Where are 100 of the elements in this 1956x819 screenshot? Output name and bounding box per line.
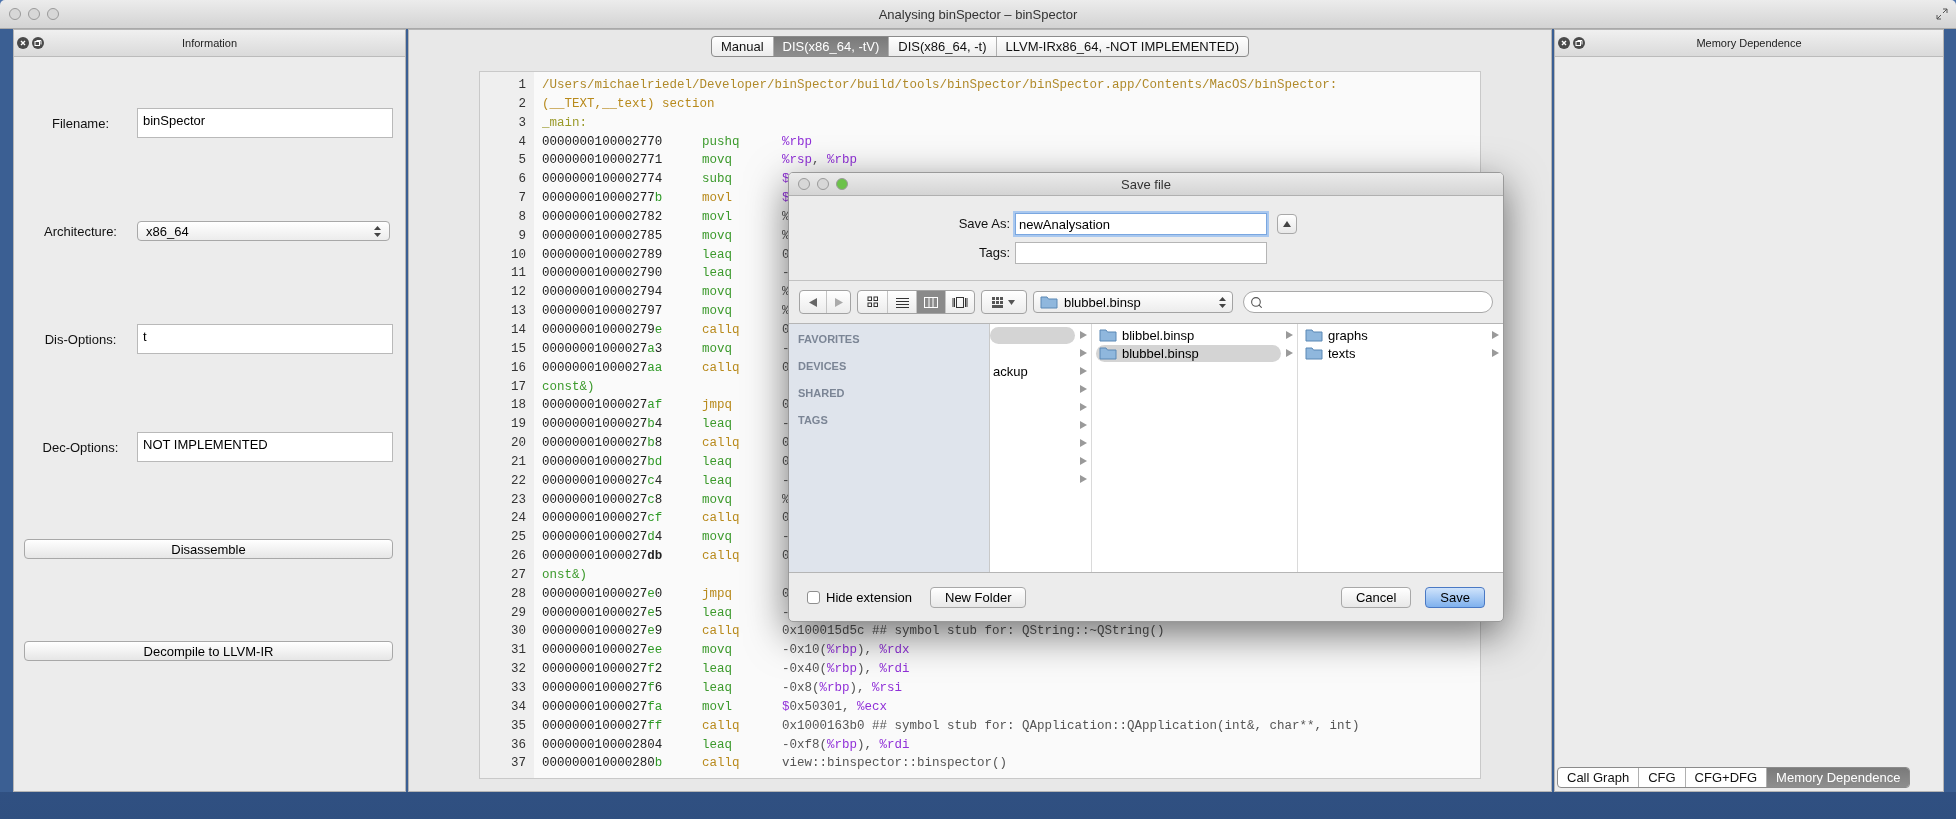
float-icon[interactable]	[1573, 37, 1585, 49]
line-number: 15	[510, 341, 527, 358]
window-control-icon[interactable]	[798, 178, 810, 190]
disclosure-arrow-icon	[1080, 439, 1087, 447]
address-text: 0000000100002782	[542, 209, 664, 226]
line-number: 13	[510, 304, 527, 321]
operand-text: -0x10(%rbp), %rdx	[782, 643, 910, 660]
view-tab[interactable]: DIS(x86_64, -tV)	[772, 37, 889, 56]
search-icon	[1250, 295, 1263, 309]
address-text: 0000000100002789	[542, 247, 664, 264]
up-triangle-icon	[1283, 220, 1291, 227]
folder-icon	[1099, 328, 1117, 342]
disclosure-arrow-icon	[1080, 403, 1087, 411]
line-number: 9	[517, 228, 527, 245]
operand-text: %rbp	[782, 134, 812, 151]
mnemonic-text: leaq	[702, 681, 733, 697]
mnemonic-text: movl	[702, 209, 733, 226]
architecture-select[interactable]: x86_64	[137, 221, 390, 241]
hide-extension-checkbox[interactable]: Hide extension	[807, 589, 912, 605]
text-field[interactable]: binSpector	[137, 108, 393, 138]
mnemonic-text: callq	[702, 624, 741, 641]
disclosure-arrow-icon	[1286, 331, 1293, 339]
address-text: 000000010000279e	[542, 322, 664, 339]
mnemonic-text: callq	[702, 360, 741, 377]
address-text: 00000001000027b8	[542, 436, 664, 453]
mnemonic-text: callq	[702, 718, 741, 735]
graph-tab[interactable]: Call Graph	[1558, 768, 1639, 787]
line-number: 19	[510, 417, 527, 434]
mnemonic-text: leaq	[702, 605, 733, 622]
view-tab[interactable]: LLVM-IRx86_64, -NOT IMPLEMENTED)	[995, 37, 1249, 56]
graph-tab[interactable]: Memory Dependence	[1766, 768, 1910, 787]
line-number: 10	[510, 247, 527, 264]
window-control-icon[interactable]	[9, 8, 21, 20]
stepper-arrows-icon	[1219, 296, 1226, 308]
address-text: 0000000100002794	[542, 285, 664, 302]
mnemonic-text: movq	[702, 285, 733, 302]
window-control-icon[interactable]	[836, 178, 848, 190]
code-text: _main:	[542, 115, 587, 132]
graph-tab[interactable]: CFG	[1638, 768, 1685, 787]
operand-text: -0x40(%rbp), %rdi	[782, 662, 910, 679]
action-button[interactable]: Decompile to LLVM-IR	[24, 641, 393, 661]
location-popup[interactable]: blubbel.binsp	[1033, 291, 1233, 313]
fullscreen-icon[interactable]	[1936, 8, 1948, 20]
address-text: 00000001000027ff	[542, 718, 664, 735]
columns-icon	[924, 296, 938, 308]
operand-text: -	[782, 341, 790, 358]
field-label: Dis-Options:	[43, 331, 118, 347]
mnemonic-text: movq	[702, 530, 733, 547]
view-tab[interactable]: Manual	[711, 37, 773, 56]
code-text: onst&)	[542, 567, 587, 584]
search-field[interactable]	[1243, 291, 1493, 313]
back-arrow-icon	[809, 297, 817, 307]
folder-icon	[1305, 328, 1323, 342]
mnemonic-text: movq	[702, 492, 733, 509]
dialog-button[interactable]: Save	[1425, 586, 1485, 608]
folder-item[interactable]: texts	[1298, 344, 1503, 362]
operand-text: view::binspector::binspector()	[782, 756, 1008, 773]
sidebar-heading: SHARED	[797, 386, 846, 401]
collapse-button[interactable]	[1277, 213, 1297, 234]
mnemonic-text: movl	[702, 699, 733, 716]
close-icon[interactable]	[17, 37, 29, 49]
text-field[interactable]: t	[137, 324, 393, 354]
text-field[interactable]: NOT IMPLEMENTED	[137, 432, 393, 462]
disclosure-arrow-icon	[1492, 331, 1499, 339]
mnemonic-text: jmpq	[702, 586, 733, 603]
view-tab[interactable]: DIS(x86_64, -t)	[888, 37, 996, 56]
address-text: 00000001000027db	[542, 549, 664, 566]
tags-field[interactable]	[1015, 241, 1267, 264]
float-icon[interactable]	[32, 37, 44, 49]
dialog-button[interactable]: Cancel	[1340, 586, 1412, 608]
address-text: 00000001000027bd	[542, 454, 664, 471]
line-number: 2	[517, 96, 527, 113]
address-text: 00000001000027ee	[542, 643, 664, 660]
panel-title: Memory Dependence	[1695, 37, 1803, 49]
disclosure-arrow-icon	[1080, 385, 1087, 393]
action-button[interactable]: Disassemble	[24, 539, 393, 559]
folder-item[interactable]: graphs	[1298, 326, 1503, 344]
line-number: 21	[510, 454, 527, 471]
mnemonic-text: callq	[702, 511, 741, 528]
operand-text: 0x1000163b0 ## symbol stub for: QApplication::QApplication(int&, char**, int)	[782, 718, 1360, 735]
disclosure-arrow-icon	[1492, 349, 1499, 357]
disclosure-arrow-icon	[1080, 349, 1087, 357]
line-number: 29	[510, 605, 527, 622]
operand-text: 0x100015d5c ## symbol stub for: QString::~QString()	[782, 624, 1165, 641]
window-control-icon[interactable]	[817, 178, 829, 190]
address-text: 00000001000027e5	[542, 605, 664, 622]
address-text: 00000001000027e9	[542, 624, 664, 641]
mnemonic-text: leaq	[702, 662, 733, 679]
address-text: 000000010000277b	[542, 191, 664, 208]
folder-item[interactable]: blibbel.binsp	[1092, 326, 1297, 344]
operand-text: -	[782, 530, 790, 547]
browser-row[interactable]: ackup	[990, 362, 1091, 380]
window-control-icon[interactable]	[47, 8, 59, 20]
filename-field[interactable]: newAnalysation	[1015, 212, 1267, 235]
line-number: 35	[510, 718, 527, 735]
window-control-icon[interactable]	[28, 8, 40, 20]
close-icon[interactable]	[1558, 37, 1570, 49]
dialog-button[interactable]: New Folder	[930, 586, 1027, 608]
address-text: 000000010000280b	[542, 756, 664, 773]
line-number: 34	[510, 699, 527, 716]
